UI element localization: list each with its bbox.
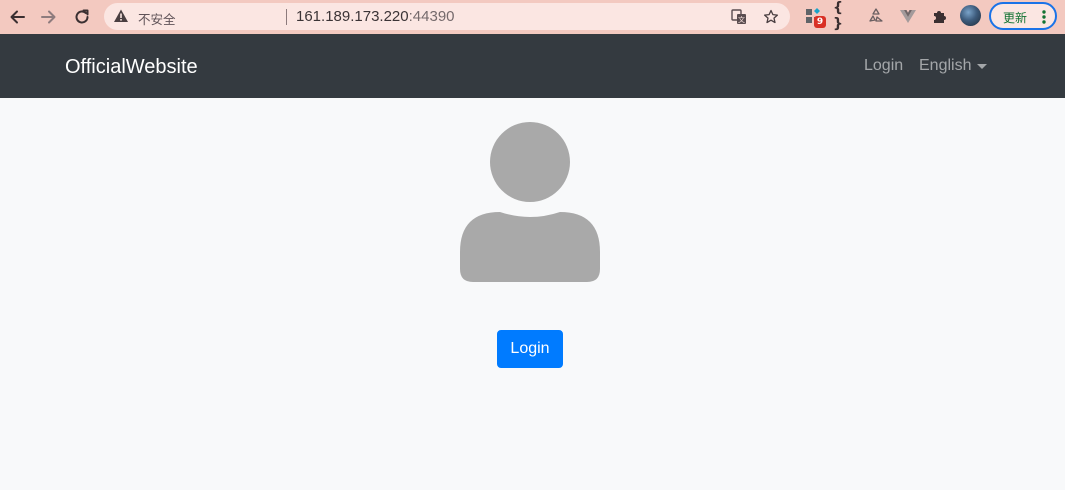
puzzle-icon[interactable] bbox=[929, 5, 951, 27]
chevron-down-icon bbox=[977, 64, 987, 69]
url-host: 161.189.173.220 bbox=[296, 8, 409, 25]
recycle-icon[interactable] bbox=[865, 5, 887, 27]
security-status[interactable]: 不安全 bbox=[138, 9, 176, 28]
url-text[interactable]: 161.189.173.220:44390 bbox=[296, 8, 455, 25]
nav-login-link[interactable]: Login bbox=[864, 57, 903, 75]
update-button[interactable]: 更新 bbox=[989, 2, 1057, 30]
user-avatar-icon bbox=[460, 122, 600, 282]
back-arrow-icon[interactable] bbox=[5, 5, 29, 29]
forward-arrow-icon[interactable] bbox=[37, 5, 61, 29]
translate-icon[interactable]: 文 bbox=[730, 8, 748, 26]
browser-toolbar: 不安全 161.189.173.220:44390 文 9 { } 更新 bbox=[0, 0, 1065, 34]
url-port: :44390 bbox=[408, 8, 455, 25]
update-label: 更新 bbox=[1003, 11, 1028, 25]
more-vertical-icon bbox=[1039, 8, 1049, 26]
reload-icon[interactable] bbox=[70, 5, 94, 29]
vue-devtools-icon[interactable] bbox=[897, 5, 919, 27]
address-bar[interactable]: 不安全 161.189.173.220:44390 文 bbox=[104, 3, 790, 30]
profile-avatar[interactable] bbox=[960, 5, 981, 26]
warning-icon[interactable] bbox=[113, 8, 129, 24]
language-dropdown[interactable]: English bbox=[919, 57, 971, 75]
extension-apps-icon[interactable]: 9 bbox=[803, 5, 826, 28]
svg-text:文: 文 bbox=[738, 15, 745, 24]
navbar-brand[interactable]: OfficialWebsite bbox=[65, 56, 198, 79]
site-navbar: OfficialWebsite Login English bbox=[0, 34, 1065, 98]
login-button[interactable]: Login bbox=[497, 330, 563, 368]
address-divider bbox=[286, 9, 287, 25]
extension-badge: 9 bbox=[814, 16, 826, 28]
star-icon[interactable] bbox=[762, 8, 780, 26]
json-formatter-icon[interactable]: { } bbox=[833, 0, 855, 32]
